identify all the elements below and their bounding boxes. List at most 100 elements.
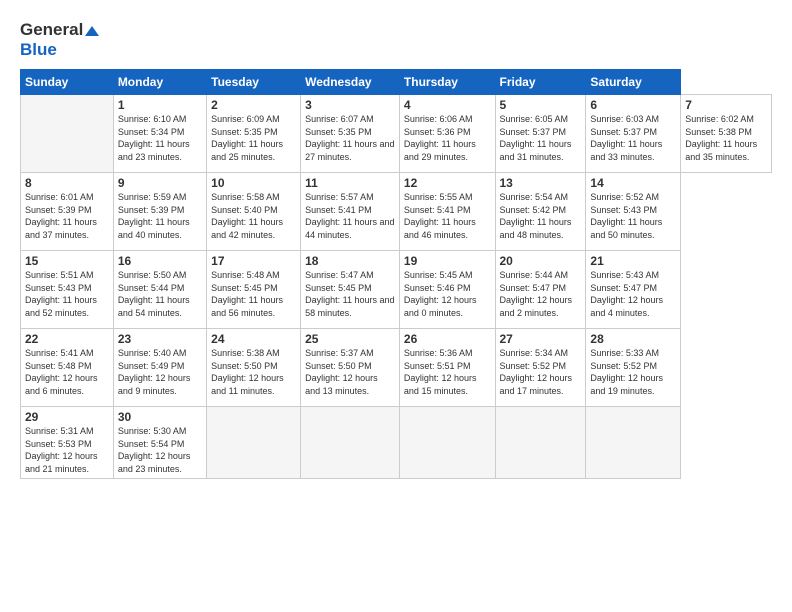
day-info: Sunrise: 5:57 AMSunset: 5:41 PMDaylight:… (305, 191, 395, 241)
calendar-cell: 14Sunrise: 5:52 AMSunset: 5:43 PMDayligh… (586, 173, 681, 251)
day-number: 18 (305, 254, 395, 268)
calendar-cell: 23Sunrise: 5:40 AMSunset: 5:49 PMDayligh… (113, 329, 206, 407)
calendar-table: SundayMondayTuesdayWednesdayThursdayFrid… (20, 69, 772, 479)
day-number: 28 (590, 332, 676, 346)
calendar-cell: 5Sunrise: 6:05 AMSunset: 5:37 PMDaylight… (495, 95, 586, 173)
day-info: Sunrise: 5:41 AMSunset: 5:48 PMDaylight:… (25, 347, 109, 397)
day-info: Sunrise: 6:03 AMSunset: 5:37 PMDaylight:… (590, 113, 676, 163)
day-info: Sunrise: 5:31 AMSunset: 5:53 PMDaylight:… (25, 425, 109, 475)
calendar-cell: 9Sunrise: 5:59 AMSunset: 5:39 PMDaylight… (113, 173, 206, 251)
day-number: 8 (25, 176, 109, 190)
day-number: 27 (500, 332, 582, 346)
calendar-cell: 2Sunrise: 6:09 AMSunset: 5:35 PMDaylight… (207, 95, 301, 173)
day-info: Sunrise: 5:52 AMSunset: 5:43 PMDaylight:… (590, 191, 676, 241)
logo: General Blue (20, 20, 99, 59)
col-header-sunday: Sunday (21, 70, 114, 95)
day-number: 23 (118, 332, 202, 346)
day-number: 22 (25, 332, 109, 346)
calendar-cell: 13Sunrise: 5:54 AMSunset: 5:42 PMDayligh… (495, 173, 586, 251)
day-number: 24 (211, 332, 296, 346)
day-info: Sunrise: 6:07 AMSunset: 5:35 PMDaylight:… (305, 113, 395, 163)
day-number: 3 (305, 98, 395, 112)
calendar-cell: 26Sunrise: 5:36 AMSunset: 5:51 PMDayligh… (399, 329, 495, 407)
day-number: 1 (118, 98, 202, 112)
day-info: Sunrise: 5:50 AMSunset: 5:44 PMDaylight:… (118, 269, 202, 319)
calendar-cell (207, 407, 301, 479)
calendar-week-2: 15Sunrise: 5:51 AMSunset: 5:43 PMDayligh… (21, 251, 772, 329)
calendar-cell: 16Sunrise: 5:50 AMSunset: 5:44 PMDayligh… (113, 251, 206, 329)
day-info: Sunrise: 6:10 AMSunset: 5:34 PMDaylight:… (118, 113, 202, 163)
day-info: Sunrise: 6:02 AMSunset: 5:38 PMDaylight:… (685, 113, 767, 163)
day-number: 4 (404, 98, 491, 112)
day-number: 25 (305, 332, 395, 346)
calendar-cell: 21Sunrise: 5:43 AMSunset: 5:47 PMDayligh… (586, 251, 681, 329)
day-info: Sunrise: 6:06 AMSunset: 5:36 PMDaylight:… (404, 113, 491, 163)
calendar-cell (586, 407, 681, 479)
page-header: General Blue (20, 16, 772, 59)
day-info: Sunrise: 5:59 AMSunset: 5:39 PMDaylight:… (118, 191, 202, 241)
calendar-cell: 24Sunrise: 5:38 AMSunset: 5:50 PMDayligh… (207, 329, 301, 407)
calendar-cell: 19Sunrise: 5:45 AMSunset: 5:46 PMDayligh… (399, 251, 495, 329)
calendar-cell: 7Sunrise: 6:02 AMSunset: 5:38 PMDaylight… (681, 95, 772, 173)
day-number: 15 (25, 254, 109, 268)
calendar-cell (495, 407, 586, 479)
calendar-cell: 28Sunrise: 5:33 AMSunset: 5:52 PMDayligh… (586, 329, 681, 407)
day-number: 13 (500, 176, 582, 190)
calendar-cell: 11Sunrise: 5:57 AMSunset: 5:41 PMDayligh… (301, 173, 400, 251)
day-info: Sunrise: 5:47 AMSunset: 5:45 PMDaylight:… (305, 269, 395, 319)
col-header-saturday: Saturday (586, 70, 681, 95)
day-info: Sunrise: 5:34 AMSunset: 5:52 PMDaylight:… (500, 347, 582, 397)
calendar-week-4: 29Sunrise: 5:31 AMSunset: 5:53 PMDayligh… (21, 407, 772, 479)
calendar-cell: 1Sunrise: 6:10 AMSunset: 5:34 PMDaylight… (113, 95, 206, 173)
calendar-cell: 29Sunrise: 5:31 AMSunset: 5:53 PMDayligh… (21, 407, 114, 479)
day-info: Sunrise: 5:33 AMSunset: 5:52 PMDaylight:… (590, 347, 676, 397)
day-number: 9 (118, 176, 202, 190)
day-number: 17 (211, 254, 296, 268)
day-number: 16 (118, 254, 202, 268)
col-header-thursday: Thursday (399, 70, 495, 95)
calendar-week-0: 1Sunrise: 6:10 AMSunset: 5:34 PMDaylight… (21, 95, 772, 173)
day-number: 26 (404, 332, 491, 346)
day-number: 19 (404, 254, 491, 268)
calendar-cell (399, 407, 495, 479)
day-number: 5 (500, 98, 582, 112)
day-info: Sunrise: 6:09 AMSunset: 5:35 PMDaylight:… (211, 113, 296, 163)
day-number: 6 (590, 98, 676, 112)
calendar-cell: 15Sunrise: 5:51 AMSunset: 5:43 PMDayligh… (21, 251, 114, 329)
day-info: Sunrise: 5:37 AMSunset: 5:50 PMDaylight:… (305, 347, 395, 397)
calendar-cell (301, 407, 400, 479)
calendar-cell: 17Sunrise: 5:48 AMSunset: 5:45 PMDayligh… (207, 251, 301, 329)
calendar-cell: 18Sunrise: 5:47 AMSunset: 5:45 PMDayligh… (301, 251, 400, 329)
day-number: 7 (685, 98, 767, 112)
calendar-cell: 30Sunrise: 5:30 AMSunset: 5:54 PMDayligh… (113, 407, 206, 479)
calendar-cell: 6Sunrise: 6:03 AMSunset: 5:37 PMDaylight… (586, 95, 681, 173)
calendar-cell: 4Sunrise: 6:06 AMSunset: 5:36 PMDaylight… (399, 95, 495, 173)
day-number: 10 (211, 176, 296, 190)
calendar-cell: 10Sunrise: 5:58 AMSunset: 5:40 PMDayligh… (207, 173, 301, 251)
day-number: 29 (25, 410, 109, 424)
day-info: Sunrise: 5:40 AMSunset: 5:49 PMDaylight:… (118, 347, 202, 397)
day-number: 21 (590, 254, 676, 268)
day-info: Sunrise: 5:51 AMSunset: 5:43 PMDaylight:… (25, 269, 109, 319)
day-info: Sunrise: 5:48 AMSunset: 5:45 PMDaylight:… (211, 269, 296, 319)
day-info: Sunrise: 5:55 AMSunset: 5:41 PMDaylight:… (404, 191, 491, 241)
logo-text: General Blue (20, 20, 99, 59)
calendar-cell: 12Sunrise: 5:55 AMSunset: 5:41 PMDayligh… (399, 173, 495, 251)
day-info: Sunrise: 5:43 AMSunset: 5:47 PMDaylight:… (590, 269, 676, 319)
calendar-cell: 27Sunrise: 5:34 AMSunset: 5:52 PMDayligh… (495, 329, 586, 407)
day-info: Sunrise: 5:44 AMSunset: 5:47 PMDaylight:… (500, 269, 582, 319)
col-header-wednesday: Wednesday (301, 70, 400, 95)
day-number: 20 (500, 254, 582, 268)
day-info: Sunrise: 5:45 AMSunset: 5:46 PMDaylight:… (404, 269, 491, 319)
day-info: Sunrise: 5:54 AMSunset: 5:42 PMDaylight:… (500, 191, 582, 241)
calendar-week-3: 22Sunrise: 5:41 AMSunset: 5:48 PMDayligh… (21, 329, 772, 407)
day-number: 12 (404, 176, 491, 190)
day-info: Sunrise: 5:58 AMSunset: 5:40 PMDaylight:… (211, 191, 296, 241)
day-number: 14 (590, 176, 676, 190)
day-number: 11 (305, 176, 395, 190)
calendar-cell: 8Sunrise: 6:01 AMSunset: 5:39 PMDaylight… (21, 173, 114, 251)
day-info: Sunrise: 6:05 AMSunset: 5:37 PMDaylight:… (500, 113, 582, 163)
day-info: Sunrise: 5:36 AMSunset: 5:51 PMDaylight:… (404, 347, 491, 397)
calendar-cell: 25Sunrise: 5:37 AMSunset: 5:50 PMDayligh… (301, 329, 400, 407)
day-number: 2 (211, 98, 296, 112)
